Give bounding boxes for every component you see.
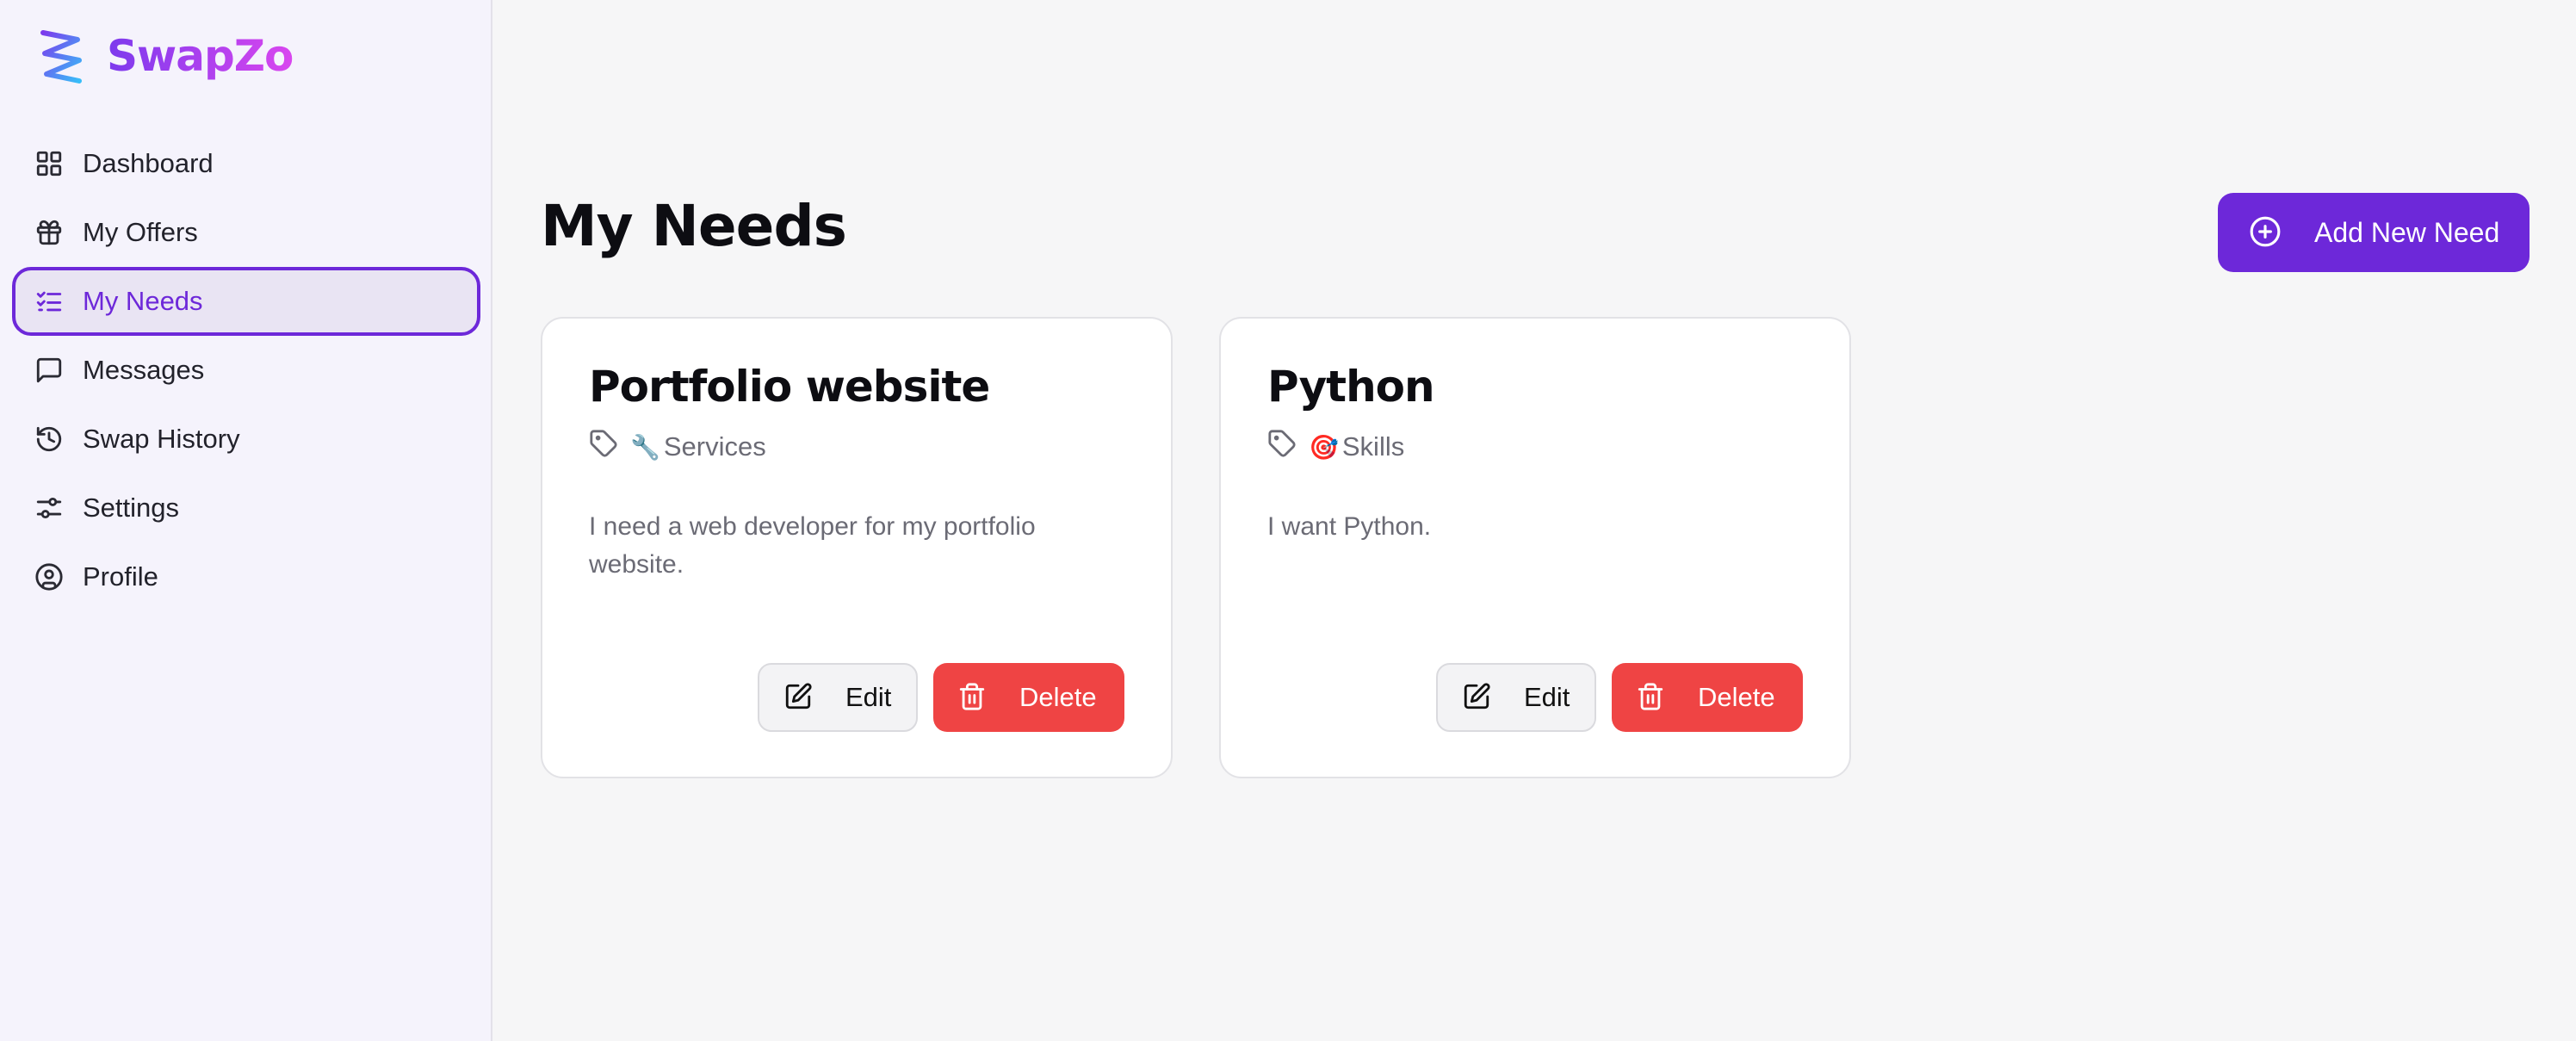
history-icon — [34, 424, 64, 454]
need-card-actions: Edit Delete — [758, 663, 1124, 732]
user-circle-icon — [34, 562, 64, 592]
need-card-category: 🎯 Skills — [1267, 429, 1404, 465]
sidebar-item-dashboard[interactable]: Dashboard — [12, 129, 480, 198]
sidebar-item-label: My Needs — [83, 286, 203, 316]
need-card-description: I want Python. — [1267, 512, 1432, 541]
need-card-title: Python — [1267, 362, 1435, 412]
brand[interactable]: SwapZo — [36, 26, 294, 86]
sidebar-item-messages[interactable]: Messages — [12, 336, 480, 405]
delete-button[interactable]: Delete — [933, 663, 1124, 732]
sliders-icon — [34, 493, 64, 523]
app-root: SwapZo Dashboard My Offers My Needs Mess… — [0, 0, 2576, 1041]
tag-icon — [589, 429, 618, 465]
delete-label: Delete — [1698, 682, 1775, 712]
need-card-title: Portfolio website — [589, 362, 990, 412]
brand-name: SwapZo — [107, 31, 294, 81]
edit-button[interactable]: Edit — [758, 663, 918, 732]
edit-button[interactable]: Edit — [1436, 663, 1596, 732]
add-new-need-label: Add New Need — [2314, 216, 2500, 248]
sidebar: SwapZo Dashboard My Offers My Needs Mess… — [0, 0, 492, 1041]
grid-icon — [34, 149, 64, 178]
sidebar-nav: Dashboard My Offers My Needs Messages Sw… — [12, 129, 480, 611]
need-card-category-label: Services — [663, 431, 766, 462]
page-title: My Needs — [541, 193, 847, 259]
sidebar-item-my-offers[interactable]: My Offers — [12, 198, 480, 267]
delete-label: Delete — [1019, 682, 1097, 712]
target-icon: 🎯 — [1309, 433, 1339, 461]
edit-label: Edit — [1524, 682, 1570, 712]
sidebar-item-settings[interactable]: Settings — [12, 474, 480, 542]
need-card-category-label: Skills — [1341, 431, 1405, 462]
delete-button[interactable]: Delete — [1612, 663, 1803, 732]
trash-icon — [1636, 682, 1665, 714]
need-card: Python 🎯 Skills I want Python. Edit Dele… — [1219, 317, 1851, 778]
wrench-icon: 🔧 — [630, 433, 660, 461]
sidebar-item-label: Profile — [83, 561, 158, 592]
sidebar-item-label: My Offers — [83, 217, 198, 247]
need-card: Portfolio website 🔧 Services I need a we… — [541, 317, 1173, 778]
list-check-icon — [34, 287, 64, 316]
sidebar-item-label: Settings — [83, 493, 180, 523]
sidebar-item-my-needs[interactable]: My Needs — [12, 267, 480, 336]
need-card-category: 🔧 Services — [589, 429, 766, 465]
sidebar-item-label: Dashboard — [83, 148, 214, 178]
sidebar-item-swap-history[interactable]: Swap History — [12, 405, 480, 474]
need-card-actions: Edit Delete — [1436, 663, 1803, 732]
sidebar-item-profile[interactable]: Profile — [12, 542, 480, 611]
need-card-description: I need a web developer for my portfolio … — [589, 512, 1036, 579]
plus-circle-icon — [2249, 215, 2282, 251]
main-content: My Needs Add New Need Portfolio website … — [492, 0, 2576, 1041]
add-new-need-button[interactable]: Add New Need — [2218, 193, 2530, 272]
trash-icon — [957, 682, 987, 714]
edit-icon — [1462, 682, 1491, 714]
message-square-icon — [34, 356, 64, 385]
edit-label: Edit — [845, 682, 892, 712]
sidebar-item-label: Messages — [83, 355, 205, 385]
sidebar-item-label: Swap History — [83, 424, 240, 454]
edit-icon — [783, 682, 813, 714]
gift-icon — [34, 218, 64, 247]
swapzo-logo-icon — [40, 30, 82, 84]
tag-icon — [1267, 429, 1297, 465]
